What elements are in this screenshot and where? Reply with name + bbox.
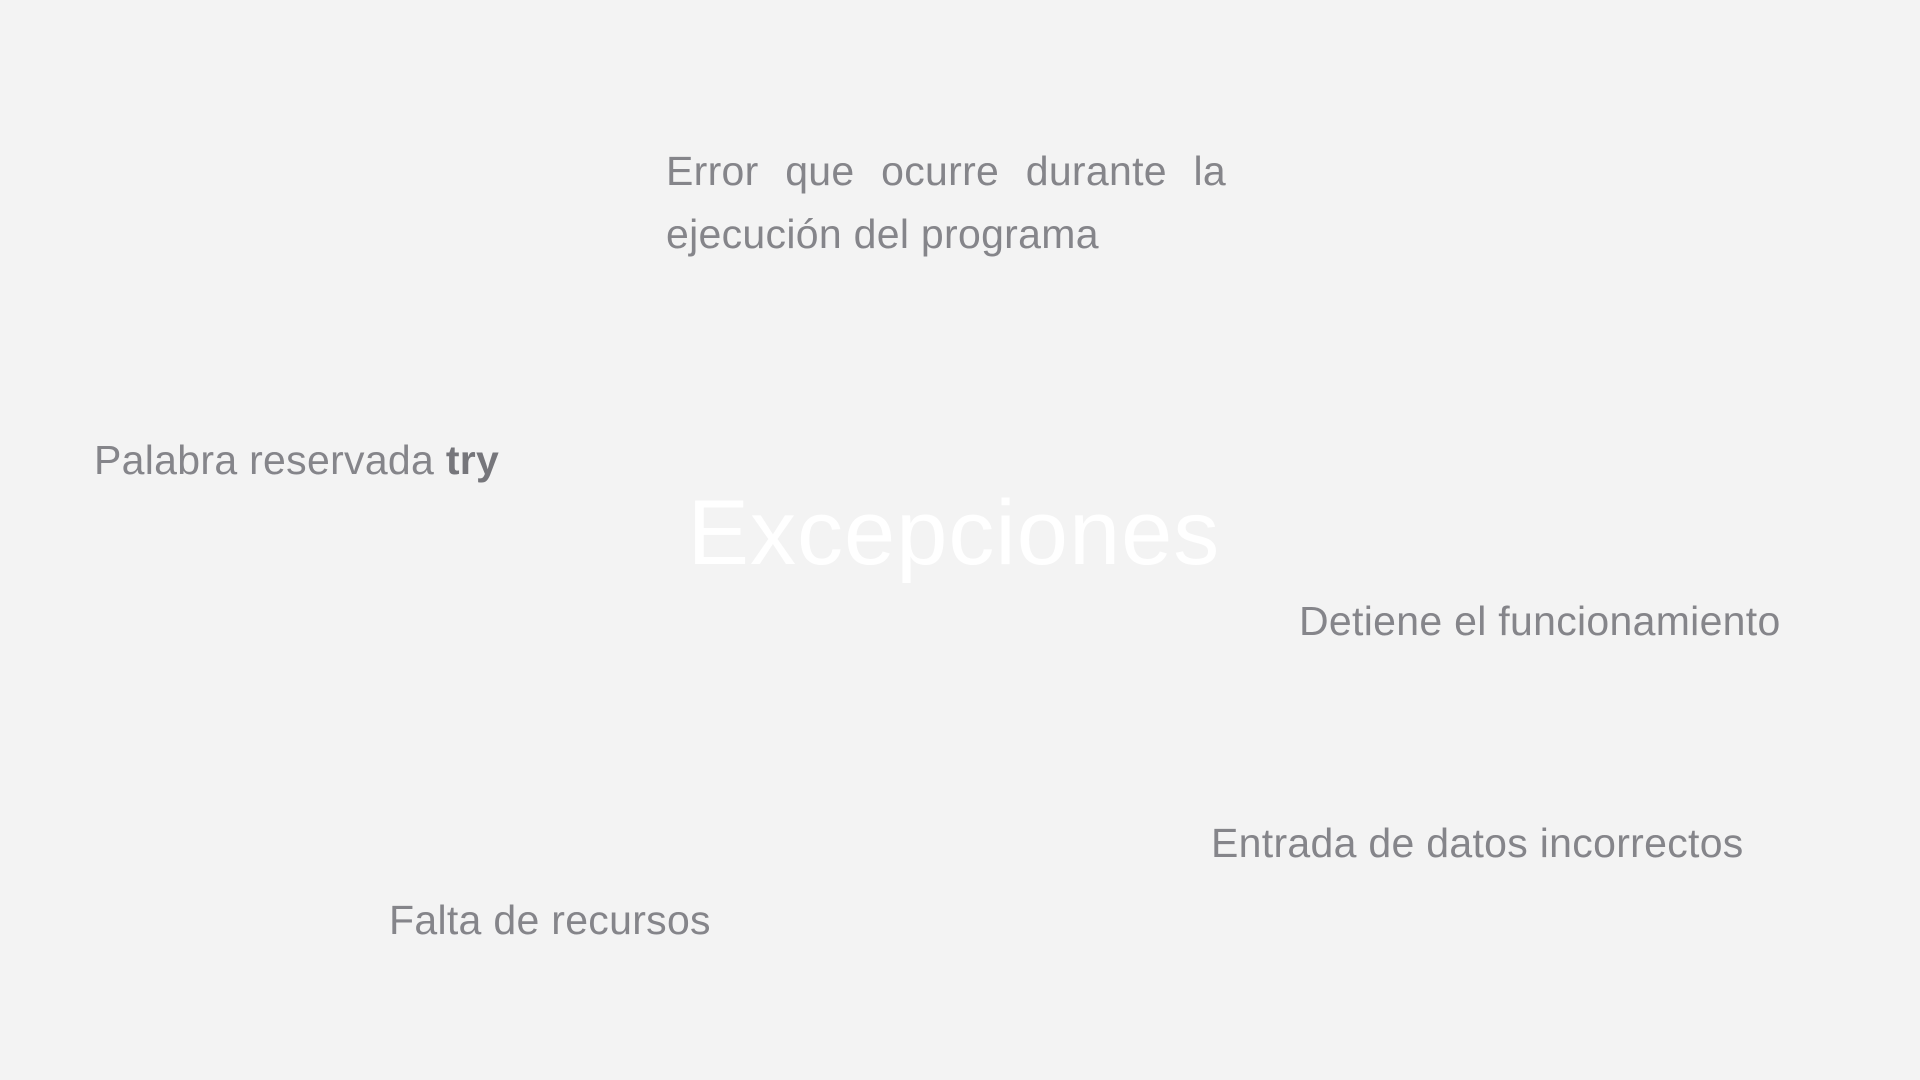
slide-title: Excepciones	[687, 482, 1221, 584]
note-missing-resources: Falta de recursos	[389, 897, 711, 943]
note-reserved-word-label: Palabra reservada	[94, 437, 446, 483]
note-error-line-1: Error que ocurre durante la	[666, 148, 1226, 194]
note-stops-execution: Detiene el funcionamiento	[1299, 598, 1781, 644]
note-error-definition: Error que ocurre durante la ejecución de…	[666, 140, 1226, 266]
slide: Error que ocurre durante la ejecución de…	[0, 0, 1920, 1080]
keyword-try: try	[445, 437, 500, 483]
note-incorrect-input: Entrada de datos incorrectos	[1211, 820, 1744, 866]
note-error-line-2: ejecución del programa	[666, 211, 1099, 257]
